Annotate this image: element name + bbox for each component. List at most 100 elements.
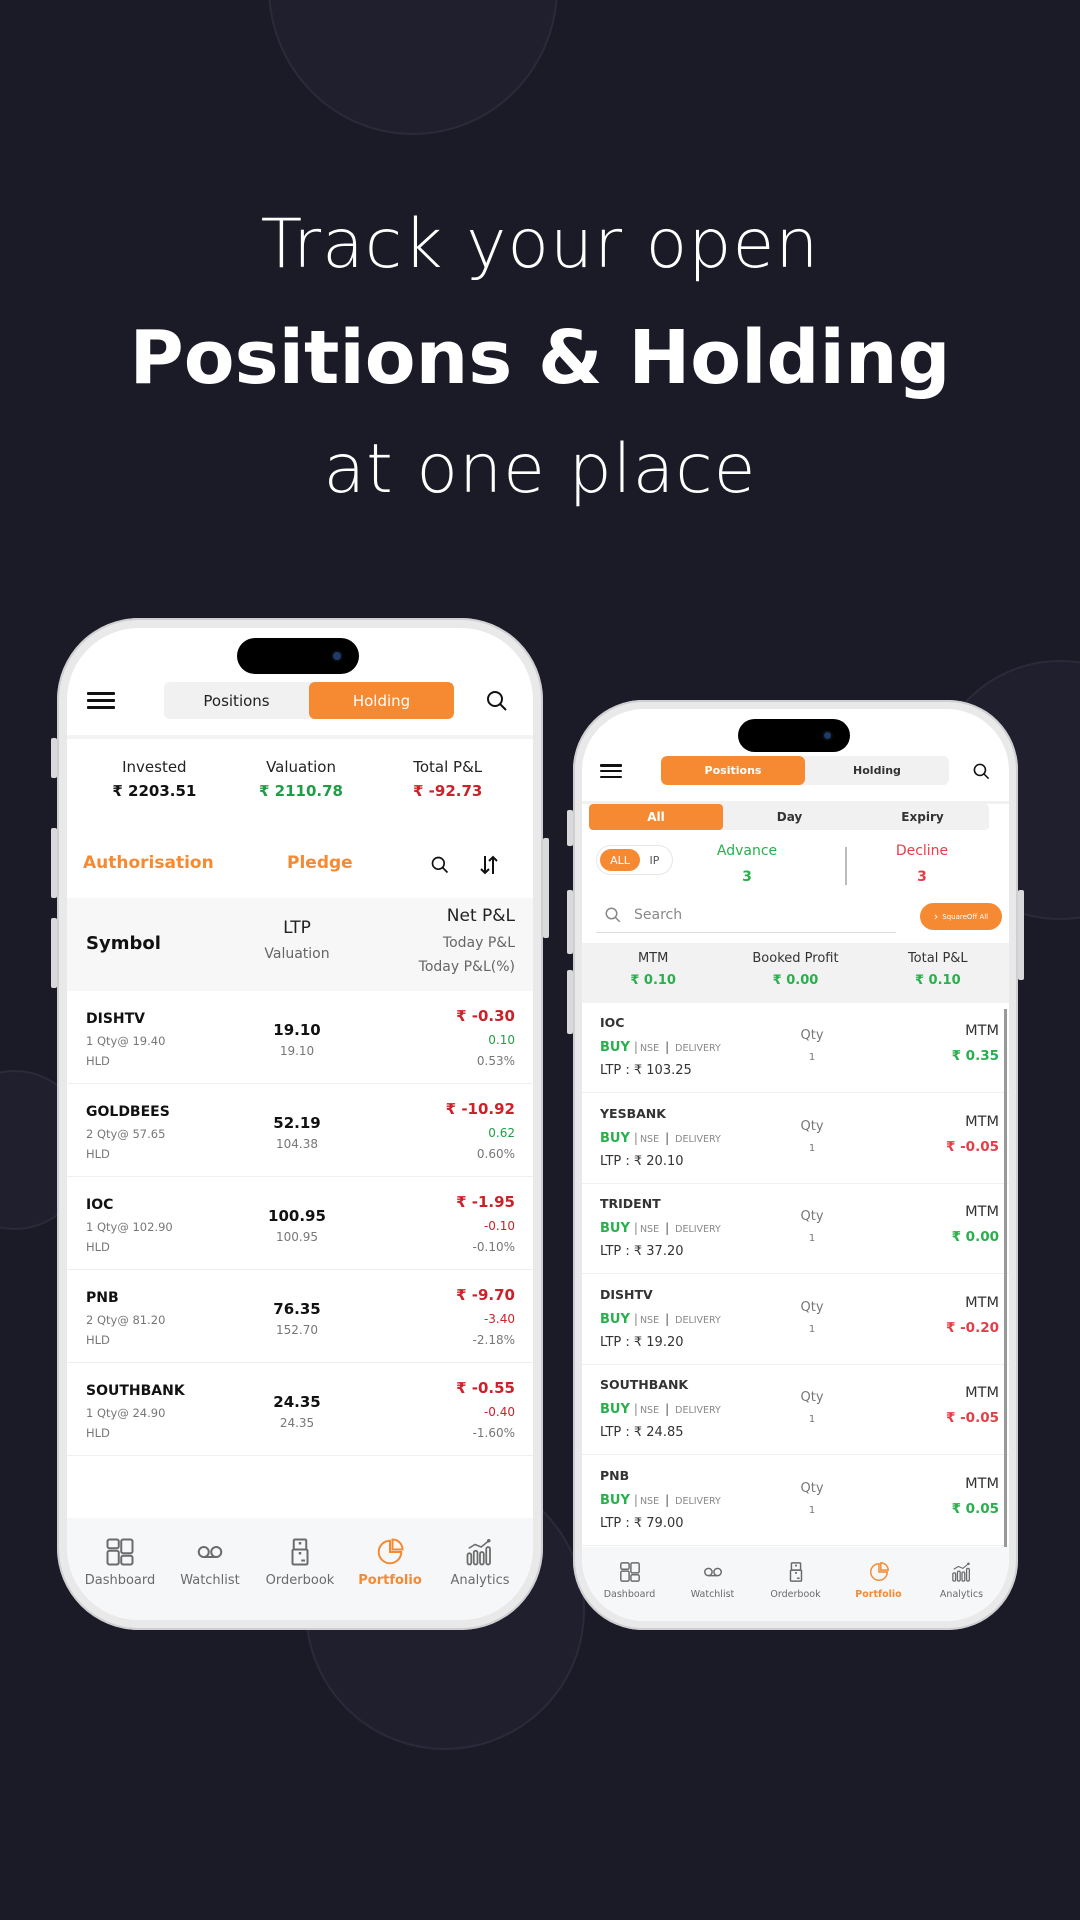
nav-portfolio[interactable]: Portfolio <box>345 1518 435 1606</box>
nav-watchlist[interactable]: Watchlist <box>165 1518 255 1606</box>
position-row[interactable]: IOC BUY | NSE | DELIVERY LTP : ₹ 103.25 Qty 1 MTM… <box>582 1003 1009 1093</box>
filter-expiry[interactable]: Expiry <box>856 804 989 830</box>
position-row[interactable]: YESBANK BUY | NSE | DELIVERY LTP : ₹ 20.10 Qty 1… <box>582 1093 1009 1184</box>
search-icon[interactable] <box>485 689 509 713</box>
toggle-ip[interactable]: IP <box>640 854 669 867</box>
nav-analytics[interactable]: Analytics <box>435 1518 525 1606</box>
holding-valuation: 24.35 <box>279 1416 315 1430</box>
position-qty: 1 <box>808 1233 816 1244</box>
header-today-pl: Today P&L <box>442 935 515 951</box>
pledge-link[interactable]: Pledge <box>287 853 353 873</box>
separator: | <box>665 1040 670 1054</box>
sort-arrows-icon[interactable] <box>479 854 499 876</box>
separator: | <box>633 1221 638 1235</box>
nav-analytics[interactable]: Analytics <box>920 1547 1003 1613</box>
holding-qty: 2 Qty@ 81.20 <box>86 1313 166 1327</box>
position-product: DELIVERY <box>675 1133 721 1145</box>
position-filter-tabs: All Day Expiry <box>589 804 989 830</box>
tab-positions[interactable]: Positions <box>164 682 309 719</box>
scrollbar[interactable] <box>1004 1009 1007 1554</box>
analytics-icon <box>466 1538 491 1565</box>
nav-label: Watchlist <box>690 1588 735 1600</box>
nav-label: Dashboard <box>603 1588 656 1600</box>
phone-holding-screen: Positions Holding Invested ₹ 2203.51 Val… <box>51 618 549 1630</box>
camera-icon <box>822 730 833 741</box>
nav-label: Analytics <box>939 1588 984 1600</box>
holding-symbol: SOUTHBANK <box>86 1383 185 1399</box>
holding-row[interactable]: IOC 1 Qty@ 102.90 HLD 100.95 100.95 ₹ -1.95 -0… <box>67 1177 533 1270</box>
nav-dashboard[interactable]: Dashboard <box>75 1518 165 1606</box>
nav-orderbook[interactable]: Orderbook <box>754 1547 837 1613</box>
position-row[interactable]: PNB BUY | NSE | DELIVERY LTP : ₹ 79.00 Qty 1 MTM ₹… <box>582 1455 1009 1546</box>
filter-all[interactable]: All <box>589 804 723 830</box>
header-net-pl: Net P&L <box>446 906 515 926</box>
position-meta: BUY | NSE | DELIVERY <box>600 1493 721 1508</box>
search-placeholder: Search <box>634 906 683 923</box>
nav-watchlist[interactable]: Watchlist <box>671 1547 754 1613</box>
chevron-right-icon: › <box>933 910 939 923</box>
separator: | <box>633 1311 638 1326</box>
position-meta: BUY | NSE | DELIVERY <box>600 1131 721 1146</box>
booked-profit-label: Booked Profit <box>752 951 839 966</box>
squareoff-all-button[interactable]: › SquareOff All <box>920 903 1002 930</box>
positions-holding-tabs: Positions Holding <box>661 756 949 785</box>
position-meta: BUY | NSE | DELIVERY <box>600 1312 721 1327</box>
position-side: BUY <box>600 1402 630 1417</box>
position-row[interactable]: SOUTHBANK BUY | NSE | DELIVERY LTP : ₹ 24.85 Qt… <box>582 1365 1009 1455</box>
tab-holding[interactable]: Holding <box>805 756 949 785</box>
position-qty: 1 <box>808 1504 816 1516</box>
holdings-search-icon[interactable] <box>430 855 450 875</box>
holding-row[interactable]: GOLDBEES 2 Qty@ 57.65 HLD 52.19 104.38 ₹ -10.… <box>67 1084 533 1177</box>
position-row[interactable]: DISHTV BUY | NSE | DELIVERY LTP : ₹ 19.20 Qty 1 M… <box>582 1274 1009 1365</box>
tab-holding[interactable]: Holding <box>309 682 454 719</box>
nav-orderbook[interactable]: Orderbook <box>255 1518 345 1606</box>
total-pl-label: Total P&L <box>413 758 483 776</box>
nav-dashboard[interactable]: Dashboard <box>588 1547 671 1613</box>
holding-ltp: 19.10 <box>273 1021 321 1039</box>
position-row[interactable]: TRIDENT BUY | NSE | DELIVERY LTP : ₹ 37.20 Qty 1… <box>582 1184 1009 1274</box>
total-pl-value: ₹ -92.73 <box>413 782 483 800</box>
holding-today-pl: -0.40 <box>483 1405 515 1419</box>
holding-net-pl: ₹ -1.95 <box>456 1193 515 1211</box>
camera-icon <box>331 650 343 662</box>
nav-portfolio[interactable]: Portfolio <box>837 1547 920 1613</box>
position-meta: BUY | NSE | DELIVERY <box>600 1040 721 1055</box>
portfolio-icon <box>377 1537 404 1564</box>
position-qty: 1 <box>808 1142 816 1154</box>
authorisation-link[interactable]: Authorisation <box>83 853 214 873</box>
position-exchange: NSE <box>639 1495 660 1507</box>
position-mtm-label: MTM <box>965 1385 999 1401</box>
position-exchange: NSE <box>639 1314 660 1326</box>
holding-ltp: 76.35 <box>273 1300 321 1318</box>
tab-positions[interactable]: Positions <box>661 756 805 785</box>
toggle-all[interactable]: ALL <box>600 849 640 871</box>
holding-row[interactable]: DISHTV 1 Qty@ 19.40 HLD 19.10 19.10 ₹ -0.30 0.… <box>67 991 533 1084</box>
nav-label: Orderbook <box>265 1572 335 1588</box>
analytics-icon <box>951 1561 970 1582</box>
mtm-value: ₹ 0.10 <box>630 973 676 988</box>
valuation-value: ₹ 2110.78 <box>259 782 343 800</box>
separator: | <box>633 1130 638 1145</box>
positions-search-field[interactable]: Search <box>596 897 896 933</box>
all-ip-toggle: ALL IP <box>596 845 673 875</box>
position-symbol: TRIDENT <box>600 1196 661 1211</box>
search-icon[interactable] <box>972 762 991 781</box>
separator: | <box>665 1402 670 1416</box>
nav-label: Watchlist <box>180 1572 240 1588</box>
holding-today-pl: -3.40 <box>483 1312 515 1326</box>
position-symbol: YESBANK <box>600 1105 666 1121</box>
position-ltp: LTP : ₹ 37.20 <box>600 1244 684 1259</box>
holding-row[interactable]: PNB 2 Qty@ 81.20 HLD 76.35 152.70 ₹ -9.70 -3.4… <box>67 1270 533 1363</box>
invested-label: Invested <box>122 758 187 776</box>
position-side: BUY <box>600 1311 630 1327</box>
menu-button[interactable] <box>87 692 115 709</box>
holding-screen: Positions Holding Invested ₹ 2203.51 Val… <box>67 628 533 1620</box>
holding-row[interactable]: SOUTHBANK 1 Qty@ 24.90 HLD 24.35 24.35 ₹ -0.5… <box>67 1363 533 1456</box>
menu-button[interactable] <box>600 764 622 778</box>
positions-summary: MTM ₹ 0.10 Booked Profit ₹ 0.00 Total P&… <box>582 943 1009 1003</box>
filter-day[interactable]: Day <box>723 804 856 830</box>
holding-ltp: 24.35 <box>273 1393 321 1411</box>
holding-today-pl-pct: -1.60% <box>472 1426 515 1440</box>
position-mtm: ₹ 0.35 <box>951 1048 999 1064</box>
position-symbol: PNB <box>600 1467 630 1483</box>
